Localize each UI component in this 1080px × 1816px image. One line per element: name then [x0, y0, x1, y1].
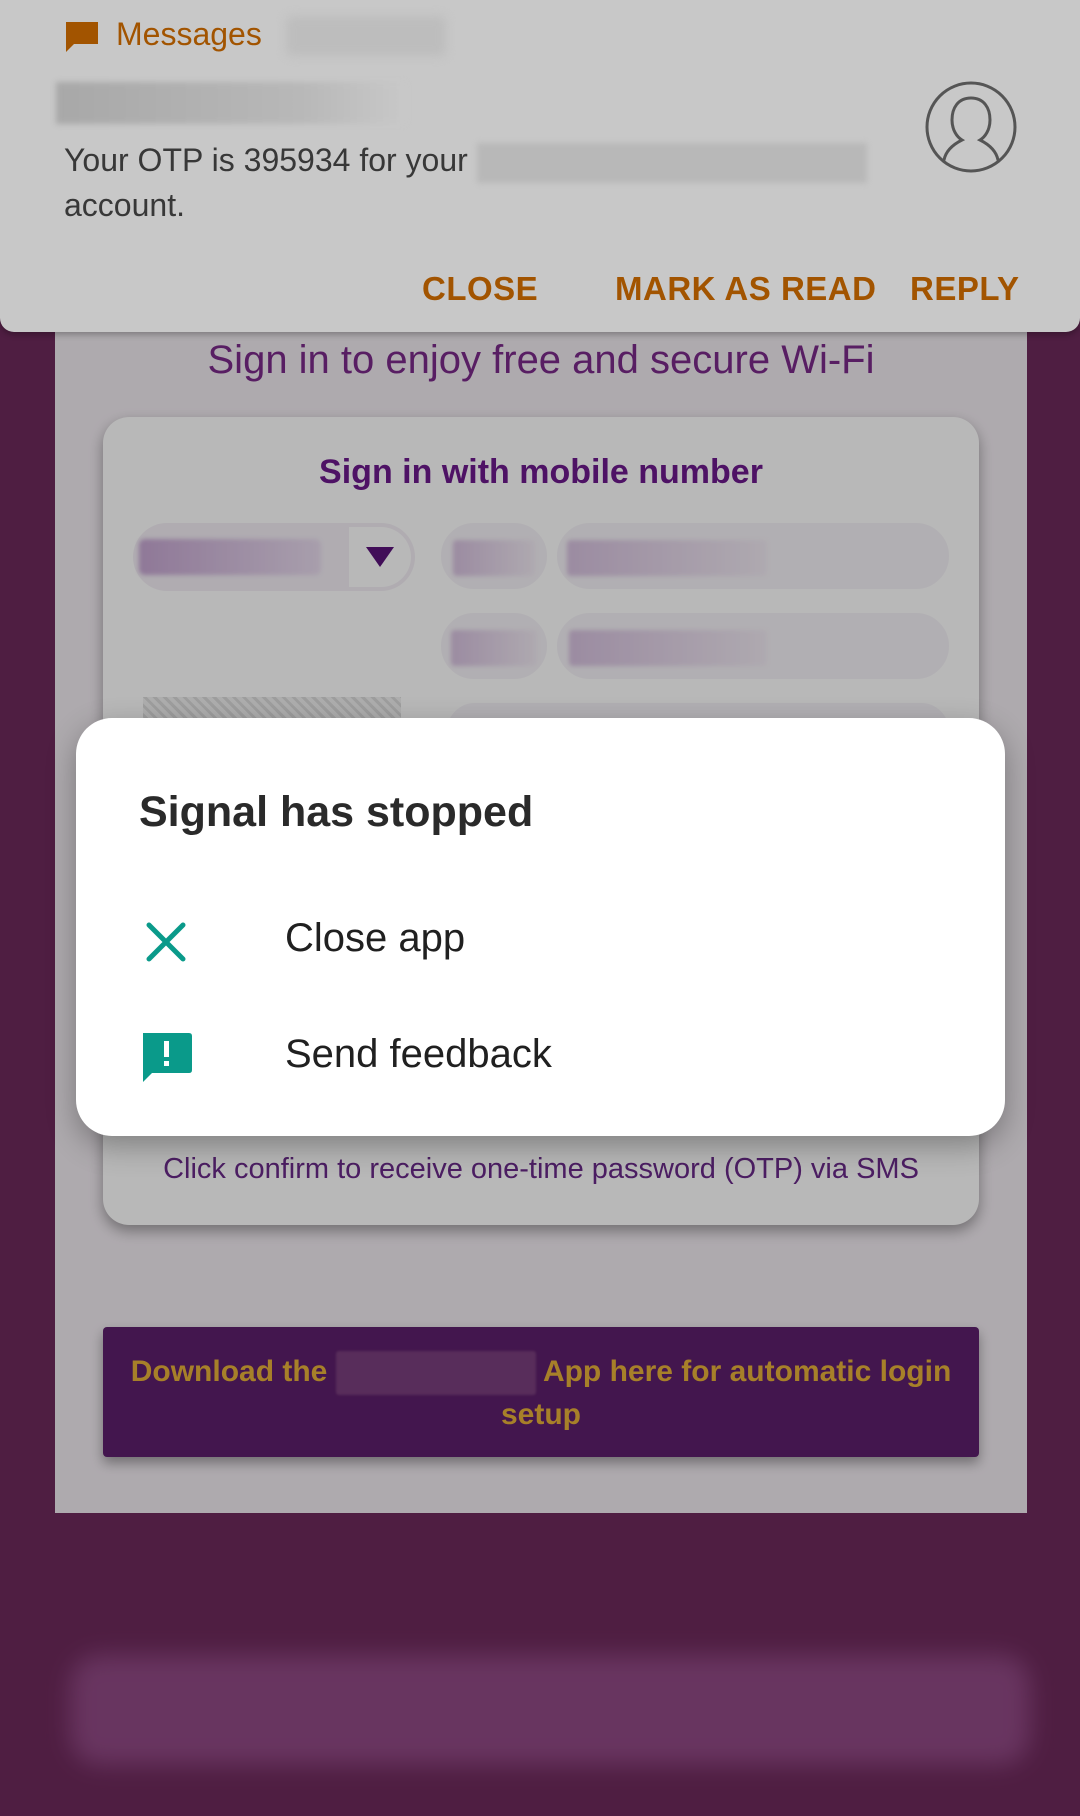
dialog-title: Signal has stopped [139, 788, 534, 836]
person-avatar-icon [925, 81, 1017, 173]
reply-button[interactable]: REPLY [910, 270, 1020, 308]
close-icon [146, 922, 186, 962]
feedback-icon [143, 1033, 192, 1082]
close-app-label: Close app [285, 916, 466, 960]
notification-close-button[interactable]: CLOSE [422, 270, 538, 308]
send-feedback-label: Send feedback [285, 1032, 552, 1076]
redacted-account [476, 142, 867, 183]
otp-message-suffix: account. [64, 186, 185, 223]
app-stopped-dialog: Signal has stopped Close app Send feedba… [76, 718, 1005, 1136]
redacted-sender [56, 82, 406, 124]
mark-as-read-button[interactable]: MARK AS READ [615, 270, 876, 308]
close-app-option[interactable]: Close app [76, 886, 1005, 996]
send-feedback-option[interactable]: Send feedback [76, 1002, 1005, 1112]
redacted-timestamp [286, 16, 446, 56]
notification-app-name: Messages [116, 16, 262, 52]
sms-notification[interactable]: Messages Your OTP is 395934 for your acc… [0, 0, 1080, 332]
otp-message-text: Your OTP is 395934 for your [64, 142, 468, 178]
notification-body: Your OTP is 395934 for your account. [64, 138, 884, 227]
message-bubble-icon [66, 22, 98, 52]
